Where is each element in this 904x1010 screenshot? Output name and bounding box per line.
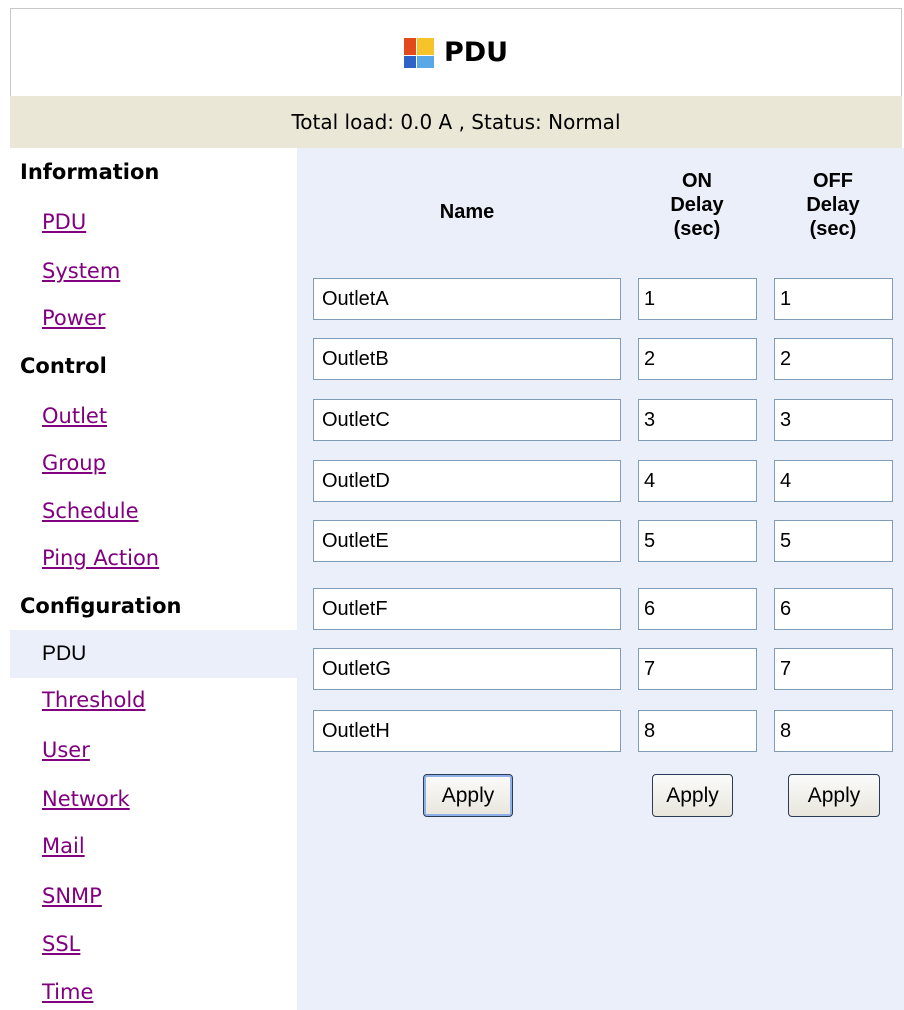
on-delay-input[interactable]: [638, 278, 757, 320]
pdu-config-page: PDU Total load: 0.0 A , Status: Normal I…: [0, 0, 904, 1010]
off-delay-header-line3: (sec): [809, 218, 857, 240]
nav-link-ping-action[interactable]: Ping Action: [42, 546, 159, 570]
sidebar-nav: Information PDU System Power Control Out…: [10, 148, 297, 1010]
pdu-logo-icon: [403, 37, 434, 68]
nav-link-user[interactable]: User: [42, 738, 90, 762]
on-delay-header-line3: (sec): [673, 218, 721, 240]
nav-link-mail[interactable]: Mail: [42, 834, 85, 858]
apply-name-button[interactable]: Apply: [423, 774, 513, 817]
column-header-on-delay: ON Delay (sec): [647, 169, 747, 241]
nav-heading-configuration: Configuration: [20, 594, 182, 618]
off-delay-input[interactable]: [774, 460, 893, 502]
off-delay-input[interactable]: [774, 399, 893, 441]
outlet-name-input[interactable]: [313, 460, 621, 502]
on-delay-input[interactable]: [638, 460, 757, 502]
outlet-name-input[interactable]: [313, 710, 621, 752]
nav-link-group[interactable]: Group: [42, 451, 106, 475]
nav-link-system[interactable]: System: [42, 259, 120, 283]
off-delay-input[interactable]: [774, 520, 893, 562]
nav-item-config-pdu-active[interactable]: PDU: [10, 630, 297, 678]
off-delay-header-line1: OFF: [813, 170, 853, 192]
outlet-name-input[interactable]: [313, 338, 621, 380]
on-delay-input[interactable]: [638, 648, 757, 690]
off-delay-input[interactable]: [774, 338, 893, 380]
apply-on-delay-button[interactable]: Apply: [652, 774, 733, 817]
column-header-name: Name: [439, 201, 495, 223]
column-header-off-delay: OFF Delay (sec): [783, 169, 883, 241]
on-delay-input[interactable]: [638, 588, 757, 630]
page-title: PDU: [403, 37, 509, 68]
outlet-name-input[interactable]: [313, 399, 621, 441]
nav-link-network[interactable]: Network: [42, 787, 130, 811]
outlet-name-input[interactable]: [313, 588, 621, 630]
nav-heading-information: Information: [20, 160, 160, 184]
off-delay-input[interactable]: [774, 588, 893, 630]
off-delay-input[interactable]: [774, 278, 893, 320]
on-delay-input[interactable]: [638, 399, 757, 441]
on-delay-header-line2: Delay: [670, 194, 724, 216]
off-delay-header-line2: Delay: [806, 194, 860, 216]
off-delay-input[interactable]: [774, 648, 893, 690]
on-delay-input[interactable]: [638, 710, 757, 752]
page-title-text: PDU: [443, 37, 509, 68]
on-delay-header-line1: ON: [682, 170, 712, 192]
nav-link-outlet[interactable]: Outlet: [42, 404, 107, 428]
status-text: Total load: 0.0 A , Status: Normal: [291, 110, 621, 134]
nav-link-schedule[interactable]: Schedule: [42, 499, 139, 523]
apply-off-delay-button[interactable]: Apply: [788, 774, 880, 817]
outlet-name-input[interactable]: [313, 648, 621, 690]
outlet-name-input[interactable]: [313, 520, 621, 562]
nav-link-snmp[interactable]: SNMP: [42, 884, 102, 908]
nav-item-config-pdu-label: PDU: [42, 642, 87, 665]
nav-link-info-pdu[interactable]: PDU: [42, 210, 86, 234]
outlet-name-input[interactable]: [313, 278, 621, 320]
status-bar: Total load: 0.0 A , Status: Normal: [10, 96, 902, 148]
outlet-delay-panel: Name ON Delay (sec) OFF Delay (sec) Outl…: [297, 148, 904, 1010]
page-header: PDU: [10, 8, 902, 96]
nav-heading-control: Control: [20, 354, 107, 378]
nav-link-time[interactable]: Time: [42, 980, 93, 1004]
nav-link-ssl[interactable]: SSL: [42, 932, 80, 956]
off-delay-input[interactable]: [774, 710, 893, 752]
on-delay-input[interactable]: [638, 338, 757, 380]
on-delay-input[interactable]: [638, 520, 757, 562]
nav-link-threshold[interactable]: Threshold: [42, 688, 146, 712]
nav-link-power[interactable]: Power: [42, 306, 106, 330]
